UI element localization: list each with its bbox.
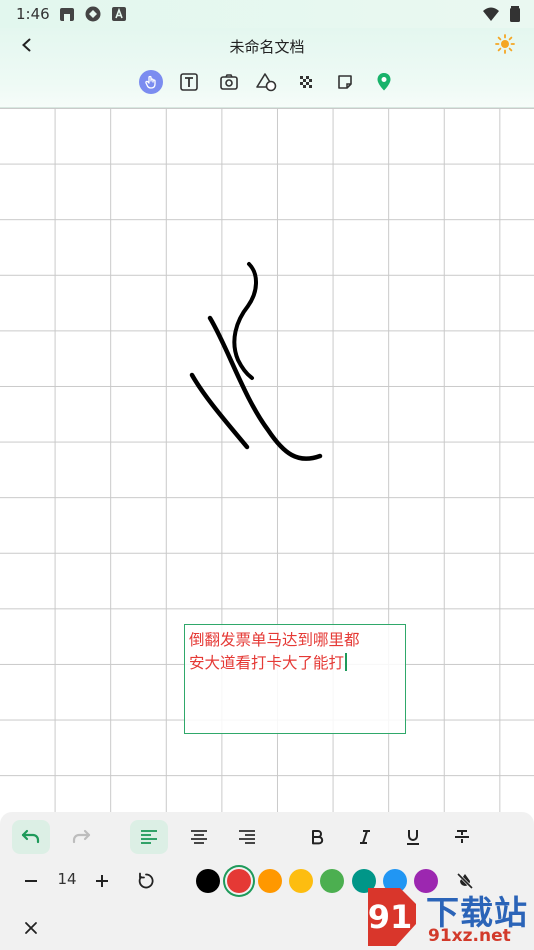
color-swatch-orange[interactable] — [258, 869, 282, 893]
decrease-size-button[interactable] — [18, 867, 44, 895]
italic-icon — [360, 830, 370, 844]
tool-row — [0, 70, 534, 98]
ink-stroke-curve — [207, 315, 323, 461]
app-header: 未命名文档 — [0, 28, 534, 108]
theme-toggle-button[interactable] — [493, 32, 517, 56]
battery-icon — [510, 6, 520, 22]
svg-text:91: 91 — [368, 898, 413, 936]
align-right-button[interactable] — [228, 820, 266, 854]
text-caret — [345, 653, 348, 671]
color-swatch-black[interactable] — [196, 869, 220, 893]
tool-location[interactable] — [372, 70, 396, 94]
watermark-logo-icon: 91 — [368, 888, 416, 946]
align-left-button[interactable] — [130, 820, 168, 854]
wifi-icon — [483, 7, 499, 21]
status-bar: 1:46 — [0, 0, 534, 28]
shapes-icon — [256, 73, 277, 92]
minus-icon — [25, 880, 37, 882]
redo-icon — [72, 829, 91, 844]
site-watermark: 91 下载站 91xz.net — [360, 884, 534, 950]
tool-text[interactable] — [177, 70, 201, 94]
undo-icon — [21, 829, 40, 844]
tool-shapes[interactable] — [255, 70, 279, 94]
bold-icon — [312, 830, 324, 845]
document-title: 未命名文档 — [229, 38, 305, 56]
strikethrough-button[interactable] — [443, 820, 481, 854]
align-center-icon — [191, 830, 207, 844]
tool-hand[interactable] — [139, 70, 163, 94]
sun-icon — [495, 34, 515, 54]
plus-icon — [96, 875, 108, 887]
status-time: 1:46 — [16, 5, 50, 23]
text-box[interactable]: 倒翻发票单马达到哪里都 安大道看打卡大了能打 — [184, 624, 406, 734]
a-notification-icon — [112, 7, 126, 21]
reset-icon — [138, 872, 154, 889]
increase-size-button[interactable] — [89, 867, 115, 895]
bold-button[interactable] — [298, 820, 336, 854]
color-swatch-red[interactable] — [227, 869, 251, 893]
ink-stroke-main — [232, 262, 258, 380]
undo-button[interactable] — [12, 820, 50, 854]
align-left-icon — [141, 830, 157, 844]
tool-mosaic[interactable] — [294, 70, 318, 94]
italic-button[interactable] — [346, 820, 384, 854]
watermark-url: 91xz.net — [428, 926, 511, 946]
underline-icon — [407, 830, 419, 845]
hand-pointer-icon — [145, 75, 156, 89]
app-notification-icon — [60, 8, 74, 21]
text-box-line-1: 倒翻发票单马达到哪里都 — [189, 631, 360, 649]
mosaic-icon — [300, 76, 312, 88]
text-box-line-2: 安大道看打卡大了能打 — [189, 652, 401, 675]
ink-stroke-left — [189, 372, 250, 450]
reset-button[interactable] — [133, 867, 159, 895]
align-center-button[interactable] — [180, 820, 218, 854]
sync-notification-icon — [85, 6, 101, 22]
underline-button[interactable] — [394, 820, 432, 854]
color-swatch-yellow[interactable] — [289, 869, 313, 893]
color-swatch-green[interactable] — [320, 869, 344, 893]
sticky-note-icon — [338, 75, 352, 89]
drawing-canvas[interactable]: 倒翻发票单马达到哪里都 安大道看打卡大了能打 — [0, 108, 534, 812]
close-panel-button[interactable] — [18, 914, 44, 942]
camera-icon — [220, 74, 238, 90]
strikethrough-icon — [455, 830, 469, 843]
redo-button[interactable] — [62, 820, 100, 854]
close-icon — [25, 922, 37, 934]
location-pin-icon — [377, 73, 391, 91]
text-box-icon — [180, 73, 198, 91]
font-size-value: 14 — [57, 870, 77, 888]
text-box-line-2-text: 安大道看打卡大了能打 — [189, 654, 345, 672]
tool-camera[interactable] — [217, 70, 241, 94]
tool-sticky-note[interactable] — [333, 70, 357, 94]
align-right-icon — [239, 830, 255, 844]
